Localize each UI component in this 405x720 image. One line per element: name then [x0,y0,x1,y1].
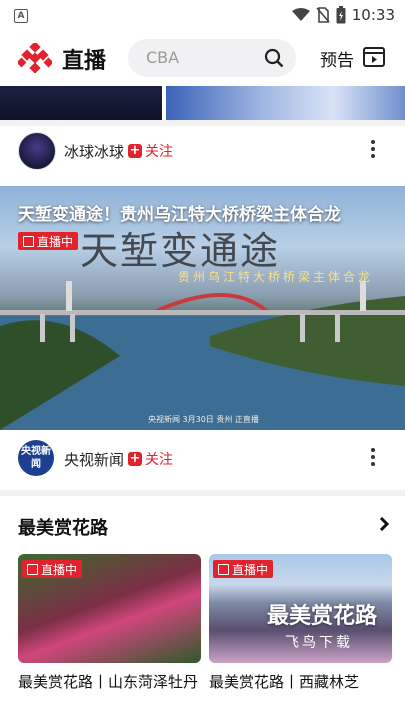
video-watermark: 央视新闻 3月30日 贵州 正直播 [148,415,259,424]
plus-icon: + [128,451,142,466]
video-calligraphy: 天堑变通途 [80,229,281,273]
card-caption[interactable]: 最美赏花路丨山东菏泽牡丹 [18,671,208,693]
card-overlay-title: 最美赏花路 [267,604,378,629]
section-title[interactable]: 最美赏花路 [18,514,108,540]
video-title: 天堑变通途！贵州乌江特大桥桥梁主体合龙 [18,205,341,225]
avatar[interactable]: 央视新闻 [18,440,54,476]
chevron-right-icon[interactable] [379,516,389,532]
live-badge: 直播中 [18,232,79,250]
banner-image-left [0,86,162,120]
status-bar: A 10:33 [0,0,405,32]
follow-label: 关注 [145,452,173,468]
status-time: 10:33 [351,6,395,24]
app-notification-icon: A [14,9,28,23]
avatar-text: 央视新闻 [21,446,51,470]
search-input[interactable]: CBA [146,48,179,67]
live-label: 直播中 [41,562,78,577]
divider [0,490,405,496]
more-icon[interactable] [371,448,375,469]
header: 直播 CBA 预告 [0,34,405,84]
search-icon[interactable] [264,48,284,68]
live-video[interactable]: 天堑变通途 贵州乌江特大桥桥梁主体合龙 天堑变通途！贵州乌江特大桥桥梁主体合龙 … [0,186,405,430]
live-badge: 直播中 [22,560,83,578]
section-card[interactable]: 直播中 最美赏花路 飞鸟下载 [209,554,392,663]
status-right: 10:33 [291,6,395,24]
author-row: 冰球冰球 + 关注 [0,130,405,174]
previous-card-banner[interactable] [0,86,405,120]
banner-image-right [166,86,405,120]
follow-button[interactable]: + 关注 [128,141,173,161]
live-label: 直播中 [37,234,74,249]
more-icon[interactable] [371,140,375,161]
author-name[interactable]: 冰球冰球 [64,141,124,162]
schedule-play-icon[interactable] [362,45,386,69]
author-name[interactable]: 央视新闻 [64,449,124,470]
follow-label: 关注 [145,144,173,160]
search-bar[interactable]: CBA [128,39,296,77]
card-caption[interactable]: 最美赏花路丨西藏林芝 [209,671,399,693]
page-title: 直播 [62,49,107,74]
card-overlay-sub: 飞鸟下载 [285,635,353,651]
live-icon [27,563,38,575]
avatar[interactable] [18,132,56,170]
section-card[interactable]: 直播中 [18,554,201,663]
live-icon [218,563,229,575]
live-icon [23,235,34,247]
no-sim-icon [316,7,330,23]
cctv-logo-icon [18,43,52,73]
wifi-icon [291,8,310,21]
author-row: 央视新闻 央视新闻 + 关注 [0,438,405,482]
live-badge: 直播中 [213,560,274,578]
battery-charging-icon [336,6,346,24]
plus-icon: + [128,143,142,158]
preview-button[interactable]: 预告 [320,46,354,71]
follow-button[interactable]: + 关注 [128,449,173,469]
divider [0,120,405,126]
live-label: 直播中 [232,562,269,577]
video-subtitle: 贵州乌江特大桥桥梁主体合龙 [178,270,374,284]
